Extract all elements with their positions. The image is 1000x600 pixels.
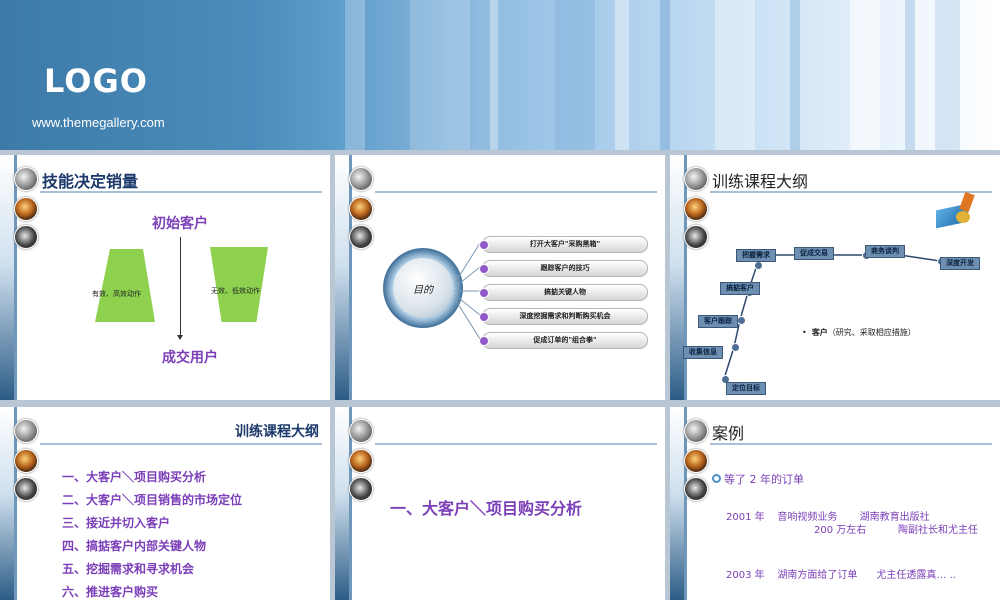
bullet-ring-icon (712, 474, 721, 483)
website-url: www.themegallery.com (32, 115, 165, 130)
step-tag-1: 定位目标 (726, 382, 766, 395)
outline-item-4: 四、搞掂客户内部关键人物 (62, 539, 207, 553)
figure-icon (684, 477, 708, 501)
figure-icon (14, 477, 38, 501)
portrait-icon (349, 449, 373, 473)
step-tag-4: 搞掂客户 (720, 282, 760, 295)
bottom-label: 成交用户 (162, 350, 218, 366)
bullet-text: • 客户（研究、采取相应措施） (802, 328, 916, 337)
slide-thumbnail-3[interactable]: 训练课程大纲 定位目标 收集信息 客户跟踪 搞掂客户 把握需求 促成交易 商务谈… (670, 155, 1000, 400)
slide-thumbnail-6[interactable]: 案例 等了 2 年的订单 2001 年 音响视频业务 湖南教育出版社 200 万… (670, 407, 1000, 600)
step-tag-5: 把握需求 (736, 249, 776, 262)
goal-item-2: 跟踪客户的技巧 (479, 260, 648, 277)
globe-icon (349, 167, 373, 191)
outline-item-2: 二、大客户＼项目销售的市场定位 (62, 493, 243, 507)
slide-thumbnail-2[interactable]: 目的 打开大客户"采购黑箱" 跟踪客户的技巧 搞掂关键人物 深度挖掘需求和判断购… (335, 155, 665, 400)
step-tag-2: 收集信息 (683, 346, 723, 359)
step-tag-7: 商务谈判 (865, 245, 905, 258)
outline-item-3: 三、接近并切入客户 (62, 516, 171, 530)
globe-icon (349, 419, 373, 443)
case-line-2: 200 万左右 陶副社长和尤主任 (814, 525, 979, 536)
header-banner: LOGO www.themegallery.com (0, 0, 1000, 150)
section-heading: 一、大客户＼项目购买分析 (390, 499, 583, 518)
step-tag-3: 客户跟踪 (698, 315, 738, 328)
step-tag-6: 促成交易 (794, 247, 834, 260)
slide-title: 训练课程大纲 (235, 424, 319, 440)
left-trapezoid (95, 249, 155, 322)
arrow-line (180, 237, 181, 337)
outline-item-6: 六、推进客户购买 (62, 585, 159, 599)
case-bullet: 等了 2 年的订单 (724, 473, 804, 486)
portrait-icon (14, 449, 38, 473)
right-box-label: 无效、低效动作 (211, 287, 260, 295)
goal-item-4: 深度挖掘需求和判断购买机会 (479, 308, 648, 325)
arrow-head (177, 335, 183, 340)
portrait-icon (684, 449, 708, 473)
left-box-label: 有效、高效动作 (92, 290, 141, 298)
figure-icon (14, 225, 38, 249)
slide-title: 案例 (712, 424, 745, 443)
steps-path (723, 254, 941, 380)
step-tag-8: 深度开发 (940, 257, 980, 270)
portrait-icon (349, 197, 373, 221)
globe-icon (14, 167, 38, 191)
goal-item-5: 促成订单的"组合拳" (479, 332, 648, 349)
center-label: 目的 (413, 285, 433, 296)
outline-item-5: 五、挖掘需求和寻求机会 (62, 562, 195, 576)
slide-title: 技能决定销量 (42, 172, 139, 191)
slide-thumbnail-1[interactable]: 技能决定销量 初始客户 有效、高效动作 无效、低效动作 成交用户 (0, 155, 330, 400)
case-line-3: 2003 年 湖南方面给了订单 尤主任透露真… .. (726, 570, 956, 581)
globe-icon (14, 419, 38, 443)
goal-item-1: 打开大客户"采购黑箱" (479, 236, 648, 253)
right-trapezoid (210, 247, 268, 322)
slide-thumbnail-4[interactable]: 训练课程大纲 一、大客户＼项目购买分析 二、大客户＼项目销售的市场定位 三、接近… (0, 407, 330, 600)
slide-thumbnail-5[interactable]: 一、大客户＼项目购买分析 (335, 407, 665, 600)
globe-icon (684, 419, 708, 443)
figure-icon (349, 225, 373, 249)
outline-item-1: 一、大客户＼项目购买分析 (62, 470, 207, 484)
goal-item-3: 搞掂关键人物 (479, 284, 648, 301)
logo-text: LOGO (44, 62, 148, 100)
top-label: 初始客户 (152, 216, 208, 232)
portrait-icon (14, 197, 38, 221)
figure-icon (349, 477, 373, 501)
